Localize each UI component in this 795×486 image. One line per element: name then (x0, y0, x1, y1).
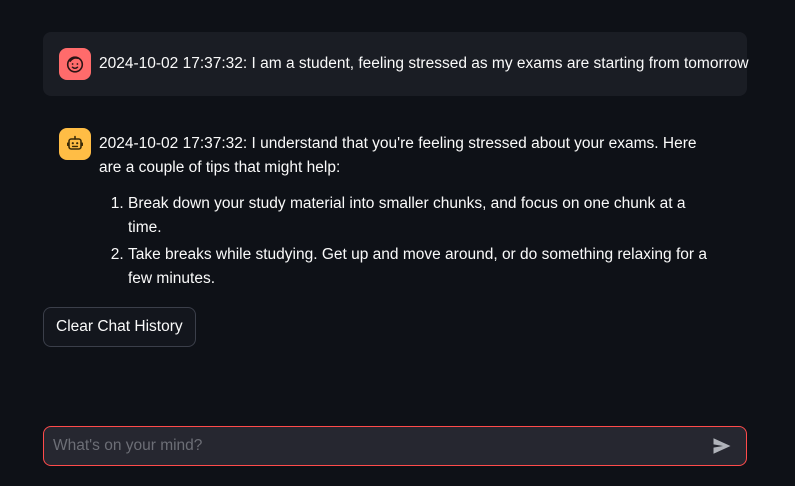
assistant-message-content: 2024-10-02 17:37:32: I understand that y… (99, 132, 709, 294)
send-icon (713, 438, 731, 454)
send-button[interactable] (704, 427, 740, 465)
user-message-text: 2024-10-02 17:37:32: I am a student, fee… (99, 55, 749, 72)
clear-chat-history-button[interactable]: Clear Chat History (43, 307, 196, 347)
list-item: Break down your study material into smal… (128, 192, 709, 240)
chat-input-container (43, 426, 747, 466)
smiley-face-icon (66, 56, 84, 73)
robot-icon (67, 135, 83, 150)
list-item: Take breaks while studying. Get up and m… (128, 243, 709, 291)
assistant-message-intro: 2024-10-02 17:37:32: I understand that y… (99, 135, 697, 176)
chat-page: 2024-10-02 17:37:32: I am a student, fee… (0, 0, 795, 486)
user-message: 2024-10-02 17:37:32: I am a student, fee… (43, 32, 749, 96)
assistant-message: 2024-10-02 17:37:32: I understand that y… (43, 112, 747, 294)
tips-list: Break down your study material into smal… (99, 192, 709, 291)
user-avatar (59, 48, 91, 80)
chat-input[interactable] (44, 427, 704, 465)
assistant-avatar (59, 128, 91, 160)
